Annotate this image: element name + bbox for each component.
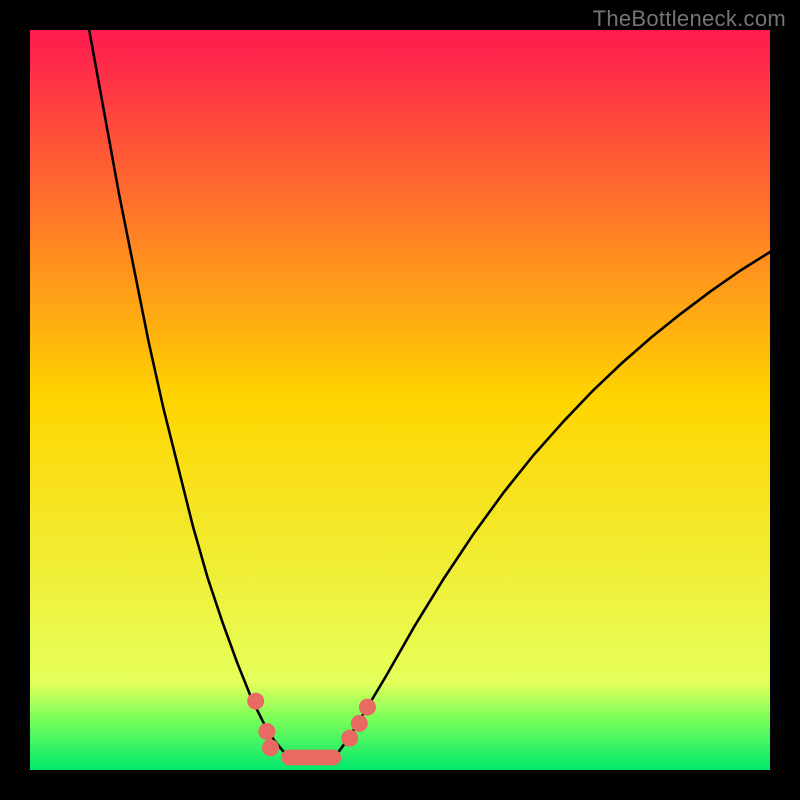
marker-dot bbox=[247, 693, 264, 710]
marker-dot bbox=[258, 723, 275, 740]
marker-dot bbox=[341, 730, 358, 747]
marker-dot bbox=[351, 715, 368, 732]
watermark-text: TheBottleneck.com bbox=[593, 6, 786, 32]
gradient-background bbox=[30, 30, 770, 770]
marker-dot bbox=[359, 699, 376, 716]
bottleneck-curve-chart bbox=[30, 30, 770, 770]
marker-dot bbox=[262, 739, 279, 756]
chart-frame: TheBottleneck.com bbox=[0, 0, 800, 800]
